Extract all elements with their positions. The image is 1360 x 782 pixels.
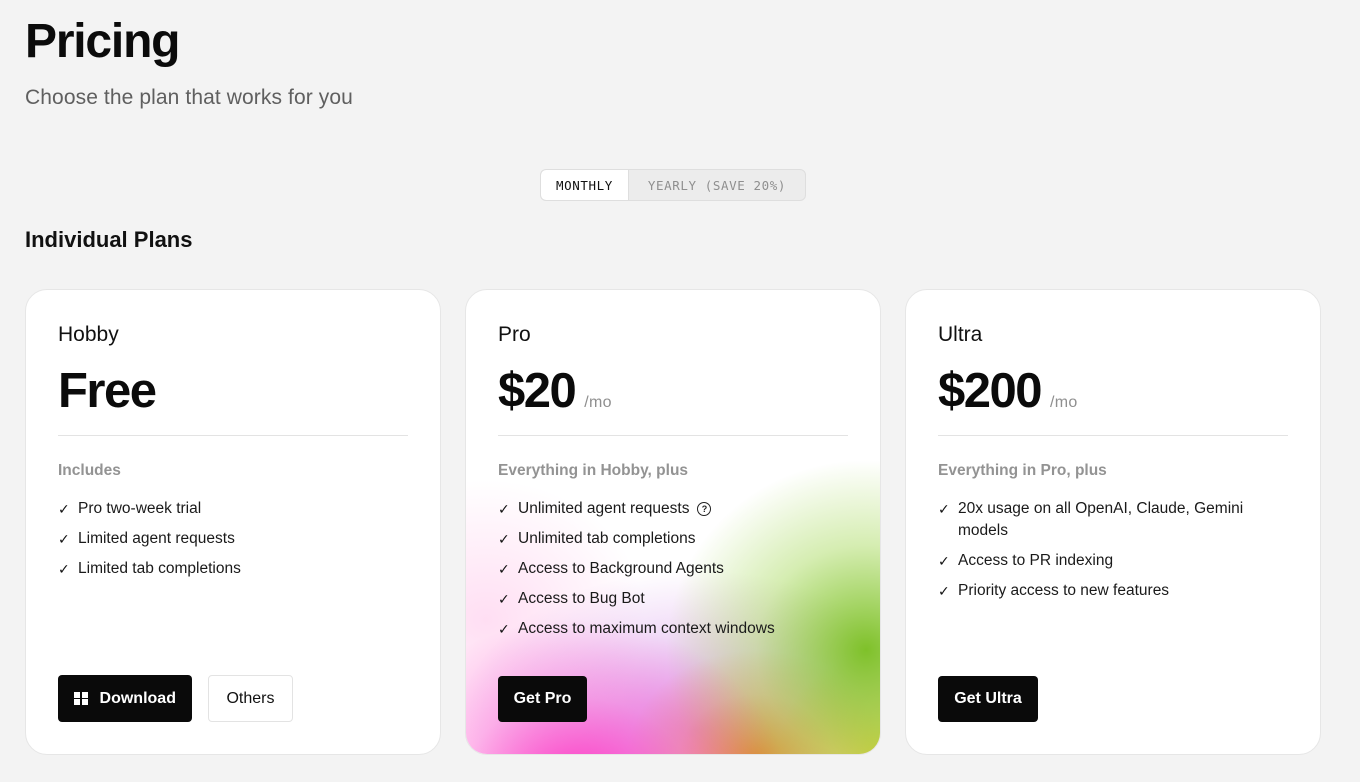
download-button[interactable]: Download: [58, 675, 192, 722]
plan-name: Hobby: [58, 323, 119, 346]
check-icon: ✓: [498, 561, 510, 577]
feature-item: ✓ Limited agent requests: [58, 528, 400, 550]
includes-label: Everything in Pro, plus: [938, 462, 1107, 479]
feature-item: ✓ 20x usage on all OpenAI, Claude, Gemini…: [938, 498, 1280, 542]
feature-text: 20x usage on all OpenAI, Claude, Gemini …: [958, 500, 1244, 539]
others-button[interactable]: Others: [208, 675, 293, 722]
plan-name: Ultra: [938, 323, 983, 346]
feature-text: Access to maximum context windows: [518, 620, 775, 637]
price-row: $20 /mo: [498, 363, 612, 419]
feature-item: ✓ Access to Bug Bot: [498, 588, 840, 610]
plan-card-pro: Pro $20 /mo Everything in Hobby, plus ✓ U…: [465, 289, 881, 755]
feature-text: Access to Bug Bot: [518, 590, 645, 607]
plan-price: Free: [58, 364, 157, 418]
price-period: /mo: [1050, 394, 1078, 411]
feature-item: ✓ Limited tab completions: [58, 558, 400, 580]
feature-list: ✓ Pro two-week trial ✓ Limited agent reque…: [58, 498, 400, 588]
divider: [938, 435, 1288, 436]
feature-text: Access to PR indexing: [958, 552, 1114, 569]
divider: [58, 435, 408, 436]
check-icon: ✓: [498, 621, 510, 637]
plan-name: Pro: [498, 323, 531, 346]
windows-icon: [74, 691, 88, 706]
feature-item: ✓ Pro two-week trial: [58, 498, 400, 520]
plan-card-ultra: Ultra $200 /mo Everything in Pro, plus ✓…: [905, 289, 1321, 755]
plan-price: $200: [938, 364, 1043, 418]
feature-text: Pro two-week trial: [78, 500, 202, 517]
info-icon[interactable]: ?: [697, 502, 712, 516]
feature-item: ✓ Unlimited agent requests?: [498, 498, 840, 520]
check-icon: ✓: [498, 591, 510, 607]
section-title: Individual Plans: [25, 227, 193, 252]
page-title: Pricing: [25, 15, 181, 68]
check-icon: ✓: [498, 531, 510, 547]
download-button-label: Download: [99, 689, 176, 707]
page-subtitle: Choose the plan that works for you: [25, 86, 353, 109]
price-row: Free: [58, 363, 157, 419]
feature-item: ✓ Access to PR indexing: [938, 550, 1280, 572]
feature-item: ✓ Access to maximum context windows: [498, 618, 840, 640]
get-pro-button[interactable]: Get Pro: [498, 676, 587, 722]
price-row: $200 /mo: [938, 363, 1078, 419]
includes-label: Everything in Hobby, plus: [498, 462, 689, 479]
feature-text: Priority access to new features: [958, 582, 1170, 599]
feature-item: ✓ Unlimited tab completions: [498, 528, 840, 550]
check-icon: ✓: [938, 583, 950, 599]
feature-text: Unlimited tab completions: [518, 530, 696, 547]
check-icon: ✓: [58, 531, 70, 547]
feature-text: Unlimited agent requests: [518, 500, 690, 517]
includes-label: Includes: [58, 462, 121, 479]
get-ultra-button[interactable]: Get Ultra: [938, 676, 1038, 722]
feature-item: ✓ Priority access to new features: [938, 580, 1280, 602]
billing-toggle: MONTHLY YEARLY (SAVE 20%): [540, 169, 806, 201]
divider: [498, 435, 848, 436]
plan-price: $20: [498, 364, 577, 418]
toggle-yearly[interactable]: YEARLY (SAVE 20%): [629, 170, 805, 200]
feature-text: Limited tab completions: [78, 560, 241, 577]
feature-list: ✓ 20x usage on all OpenAI, Claude, Gemini…: [938, 498, 1280, 610]
price-period: /mo: [584, 394, 612, 411]
check-icon: ✓: [938, 501, 950, 517]
check-icon: ✓: [58, 561, 70, 577]
plan-card-hobby: Hobby Free Includes ✓ Pro two-week trial …: [25, 289, 441, 755]
feature-item: ✓ Access to Background Agents: [498, 558, 840, 580]
feature-text: Access to Background Agents: [518, 560, 724, 577]
check-icon: ✓: [498, 501, 510, 517]
check-icon: ✓: [58, 501, 70, 517]
feature-text: Limited agent requests: [78, 530, 235, 547]
feature-list: ✓ Unlimited agent requests? ✓ Unlimited ta…: [498, 498, 840, 648]
check-icon: ✓: [938, 553, 950, 569]
toggle-monthly[interactable]: MONTHLY: [541, 170, 629, 200]
